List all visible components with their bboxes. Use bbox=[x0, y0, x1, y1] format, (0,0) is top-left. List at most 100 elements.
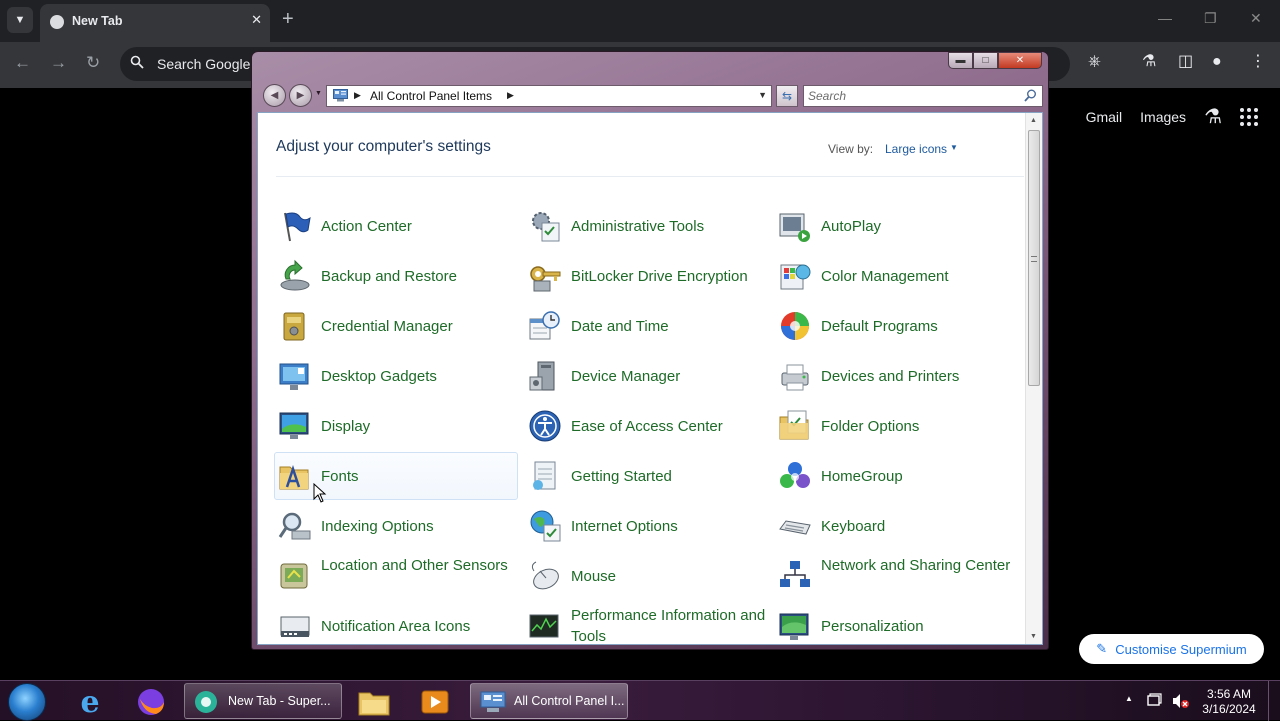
credential-icon bbox=[283, 312, 305, 341]
cp-item-personalization[interactable]: Personalization bbox=[774, 602, 1018, 644]
cp-item-administrative-tools[interactable]: Administrative Tools bbox=[524, 202, 768, 250]
cp-item-devices-and-printers[interactable]: Devices and Printers bbox=[774, 352, 1018, 400]
tray-overflow-arrow-icon[interactable]: ▲ bbox=[1125, 694, 1133, 703]
notification-icon bbox=[280, 616, 310, 637]
search-icon[interactable] bbox=[1024, 89, 1037, 102]
file-explorer-icon[interactable] bbox=[348, 684, 400, 720]
cp-item-homegroup[interactable]: HomeGroup bbox=[774, 452, 1018, 500]
cp-item-label: AutoPlay bbox=[821, 218, 882, 235]
cp-item-color-management[interactable]: Color Management bbox=[774, 252, 1018, 300]
performance-icon bbox=[529, 614, 559, 638]
start-button[interactable] bbox=[8, 683, 46, 721]
cp-item-keyboard[interactable]: Keyboard bbox=[774, 502, 1018, 550]
taskbar-task-control-panel[interactable]: All Control Panel I... bbox=[470, 683, 628, 719]
gmail-link[interactable]: Gmail bbox=[1086, 109, 1123, 125]
tab-favicon-icon bbox=[50, 15, 64, 29]
cp-item-ease-of-access-center[interactable]: Ease of Access Center bbox=[524, 402, 768, 450]
control-panel-content: Adjust your computer's settings View by:… bbox=[257, 112, 1043, 645]
cp-item-mouse[interactable]: Mouse bbox=[524, 552, 768, 600]
supermium-icon bbox=[195, 691, 217, 713]
cp-item-label: Location and Other Sensors bbox=[321, 557, 508, 574]
taskbar-task-new-tab[interactable]: New Tab - Super... bbox=[184, 683, 342, 719]
page-title: Adjust your computer's settings bbox=[276, 138, 491, 155]
profile-avatar-icon[interactable]: ● bbox=[1212, 54, 1222, 70]
side-panel-icon[interactable]: ◫ bbox=[1178, 54, 1193, 70]
close-button[interactable]: ✕ bbox=[998, 52, 1042, 69]
cp-item-display[interactable]: Display bbox=[274, 402, 518, 450]
view-by-dropdown[interactable]: Large icons bbox=[885, 142, 947, 156]
cp-item-internet-options[interactable]: Internet Options bbox=[524, 502, 768, 550]
maximize-button[interactable]: □ bbox=[973, 52, 998, 69]
breadcrumb-current[interactable]: All Control Panel Items bbox=[370, 89, 492, 103]
explorer-navbar: ◀ ▶ ▼ ▶ All Control Panel Items ▶ ▼ ⇆ bbox=[260, 82, 1043, 108]
cp-item-default-programs[interactable]: Default Programs bbox=[774, 302, 1018, 350]
cp-item-backup-and-restore[interactable]: Backup and Restore bbox=[274, 252, 518, 300]
cp-item-folder-options[interactable]: Folder Options bbox=[774, 402, 1018, 450]
chevron-down-icon[interactable]: ▼ bbox=[950, 143, 958, 152]
cp-item-indexing-options[interactable]: Indexing Options bbox=[274, 502, 518, 550]
address-bar[interactable]: ▶ All Control Panel Items ▶ ▼ bbox=[326, 85, 772, 107]
vertical-scrollbar[interactable]: ▲ ▼ bbox=[1025, 113, 1042, 644]
images-link[interactable]: Images bbox=[1140, 109, 1186, 125]
cp-item-label: HomeGroup bbox=[821, 468, 903, 485]
cp-item-fonts[interactable]: Fonts bbox=[274, 452, 518, 500]
scrollbar-thumb[interactable] bbox=[1028, 130, 1040, 386]
search-box[interactable] bbox=[803, 85, 1043, 107]
refresh-button[interactable]: ⇆ bbox=[776, 85, 798, 107]
back-arrow-icon[interactable]: ← bbox=[14, 54, 31, 71]
date-time-icon bbox=[529, 311, 560, 340]
minimize-button[interactable]: ▬ bbox=[948, 52, 973, 69]
cp-item-credential-manager[interactable]: Credential Manager bbox=[274, 302, 518, 350]
cp-item-network-and-sharing-center[interactable]: Network and Sharing Center bbox=[774, 552, 1018, 600]
forward-button[interactable]: ▶ bbox=[289, 84, 312, 107]
extensions-icon[interactable]: ⎈ bbox=[1088, 54, 1101, 70]
fonts-icon bbox=[279, 465, 309, 490]
apps-grid-icon[interactable] bbox=[1240, 107, 1258, 126]
tray-clock[interactable]: 3:56 AM 3/16/2024 bbox=[1195, 687, 1263, 717]
back-button[interactable]: ◀ bbox=[263, 84, 286, 107]
address-dropdown-icon[interactable]: ▼ bbox=[758, 90, 767, 100]
cp-item-autoplay[interactable]: AutoPlay bbox=[774, 202, 1018, 250]
cp-item-desktop-gadgets[interactable]: Desktop Gadgets bbox=[274, 352, 518, 400]
cp-item-device-manager[interactable]: Device Manager bbox=[524, 352, 768, 400]
scroll-down-arrow-icon[interactable]: ▼ bbox=[1030, 633, 1037, 640]
search-input[interactable] bbox=[808, 88, 1018, 104]
breadcrumb-arrow-icon[interactable]: ▶ bbox=[354, 90, 361, 101]
cp-item-getting-started[interactable]: Getting Started bbox=[524, 452, 768, 500]
ntp-header-links: Gmail Images ⚗ bbox=[1086, 104, 1258, 129]
labs-flask-icon[interactable]: ⚗ bbox=[1142, 54, 1156, 70]
customise-button[interactable]: ✎ Customise Supermium bbox=[1079, 634, 1264, 664]
browser-close-button[interactable]: ✕ bbox=[1250, 10, 1262, 27]
indexing-icon bbox=[278, 512, 311, 540]
cp-item-label: Display bbox=[321, 418, 371, 435]
admin-tools-icon bbox=[532, 212, 560, 242]
ease-of-access-icon bbox=[529, 410, 561, 442]
cp-item-label: Notification Area Icons bbox=[321, 618, 471, 635]
show-desktop-button[interactable] bbox=[1268, 681, 1280, 721]
browser-minimize-button[interactable]: — bbox=[1158, 10, 1172, 26]
recent-pages-dropdown[interactable]: ▼ bbox=[315, 90, 322, 97]
labs-flask-icon[interactable]: ⚗ bbox=[1204, 104, 1222, 129]
cp-item-bitlocker-drive-encryption[interactable]: BitLocker Drive Encryption bbox=[524, 252, 768, 300]
internet-explorer-icon[interactable]: e bbox=[64, 684, 116, 720]
tab-new-tab[interactable]: New Tab ✕ bbox=[40, 4, 270, 42]
cp-item-location-and-other-sensors[interactable]: Location and Other Sensors bbox=[274, 552, 518, 600]
volume-muted-icon[interactable] bbox=[1171, 692, 1189, 710]
breadcrumb-arrow-icon[interactable]: ▶ bbox=[507, 90, 514, 101]
cp-item-performance-information-and-tools[interactable]: Performance Information and Tools bbox=[524, 602, 768, 644]
cp-item-action-center[interactable]: Action Center bbox=[274, 202, 518, 250]
browser-restore-button[interactable]: ❐ bbox=[1204, 10, 1217, 27]
new-tab-button[interactable]: + bbox=[282, 9, 294, 29]
cp-item-notification-area-icons[interactable]: Notification Area Icons bbox=[274, 602, 518, 644]
reload-icon[interactable]: ↻ bbox=[86, 54, 100, 71]
forward-arrow-icon[interactable]: → bbox=[50, 54, 67, 71]
tab-close-icon[interactable]: ✕ bbox=[251, 12, 262, 28]
scroll-up-arrow-icon[interactable]: ▲ bbox=[1030, 117, 1037, 124]
cp-item-label: Backup and Restore bbox=[321, 268, 457, 285]
tab-search-button[interactable]: ▼ bbox=[7, 7, 33, 33]
media-player-icon[interactable] bbox=[409, 684, 461, 720]
action-center-tray-icon[interactable] bbox=[1146, 693, 1162, 709]
menu-dots-icon[interactable]: ⋮ bbox=[1250, 54, 1266, 70]
cp-item-date-and-time[interactable]: Date and Time bbox=[524, 302, 768, 350]
firefox-icon[interactable] bbox=[125, 684, 177, 720]
